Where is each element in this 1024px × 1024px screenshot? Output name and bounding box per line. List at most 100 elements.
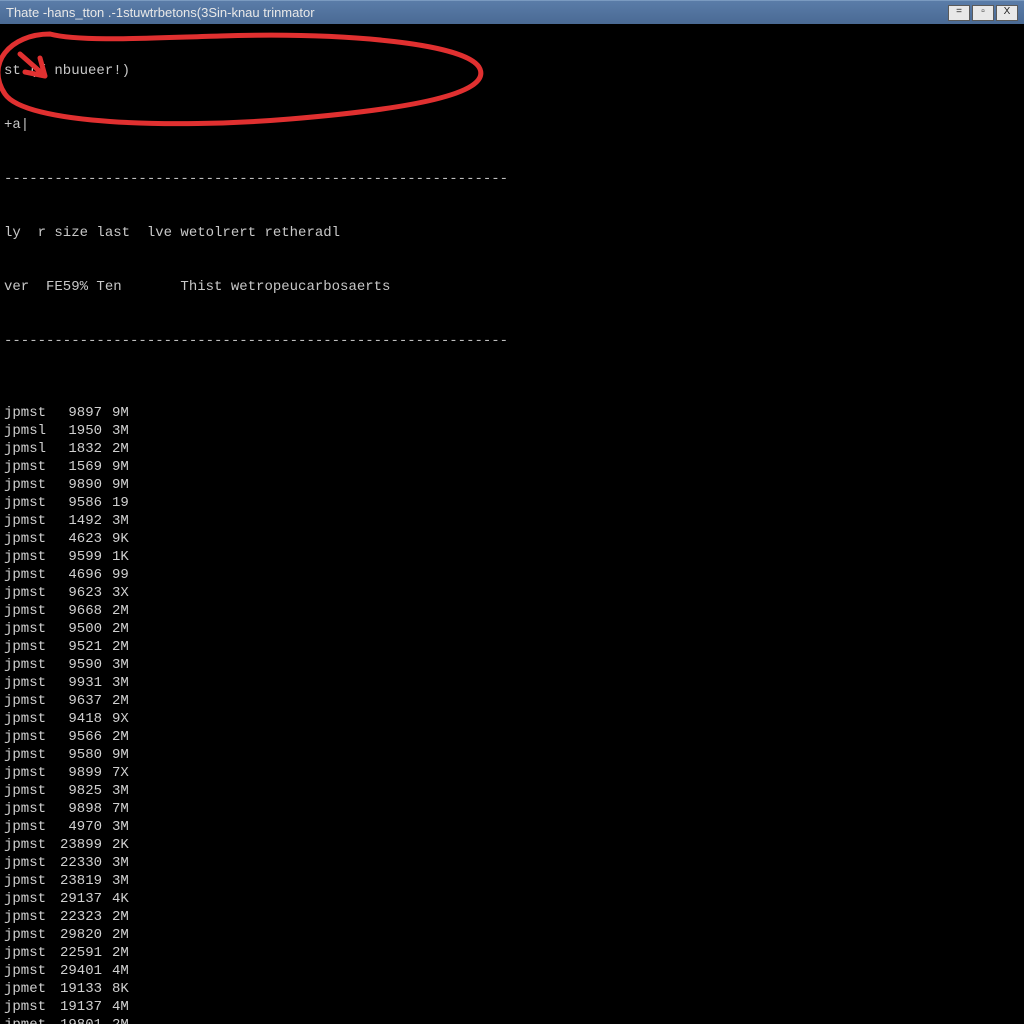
row-name: jpmst (4, 836, 56, 854)
row-mid: 9580 (56, 746, 112, 764)
table-row: jpmst958619 (4, 494, 1020, 512)
row-mid: 9898 (56, 800, 112, 818)
row-mid: 4696 (56, 566, 112, 584)
row-mid: 19133 (56, 980, 112, 998)
row-size: 19 (112, 494, 152, 512)
table-row: jpmst96372M (4, 692, 1020, 710)
row-mid: 9825 (56, 782, 112, 800)
row-mid: 9668 (56, 602, 112, 620)
row-size: 2M (112, 602, 152, 620)
row-name: jpmst (4, 962, 56, 980)
table-row: jpmst223303M (4, 854, 1020, 872)
row-name: jpmst (4, 458, 56, 476)
terminal-viewport[interactable]: st (/ nbuueer!) +a| --------------------… (0, 24, 1024, 1024)
close-button[interactable]: X (996, 5, 1018, 21)
row-size: 2M (112, 944, 152, 962)
row-mid: 22591 (56, 944, 112, 962)
row-size: 7X (112, 764, 152, 782)
row-size: 3X (112, 584, 152, 602)
table-row: jpmst95809M (4, 746, 1020, 764)
row-size: 1K (112, 548, 152, 566)
listing-rows: jpmst98979Mjpmsl19503Mjpmsl18322Mjpmst15… (4, 404, 1020, 1024)
row-size: 9M (112, 458, 152, 476)
table-row: jpmst95991K (4, 548, 1020, 566)
table-row: jpmst99313M (4, 674, 1020, 692)
table-row: jpmst294014M (4, 962, 1020, 980)
row-mid: 19801 (56, 1016, 112, 1024)
row-size: 2K (112, 836, 152, 854)
row-name: jpmst (4, 926, 56, 944)
row-size: 3M (112, 854, 152, 872)
row-name: jpmet (4, 980, 56, 998)
divider-bottom: ----------------------------------------… (4, 332, 1020, 350)
row-mid: 1832 (56, 440, 112, 458)
row-name: jpmst (4, 620, 56, 638)
table-row: jpmst96682M (4, 602, 1020, 620)
row-name: jpmst (4, 476, 56, 494)
table-row: jpmst98253M (4, 782, 1020, 800)
table-row: jpmst95212M (4, 638, 1020, 656)
row-size: 2M (112, 692, 152, 710)
row-name: jpmst (4, 692, 56, 710)
row-name: jpmst (4, 602, 56, 620)
row-name: jpmst (4, 998, 56, 1016)
row-size: 9X (112, 710, 152, 728)
minimize-button[interactable]: = (948, 5, 970, 21)
row-name: jpmst (4, 548, 56, 566)
row-mid: 4970 (56, 818, 112, 836)
row-name: jpmst (4, 854, 56, 872)
table-row: jpmst14923M (4, 512, 1020, 530)
row-size: 3M (112, 782, 152, 800)
row-name: jpmst (4, 674, 56, 692)
table-row: jpmsl18322M (4, 440, 1020, 458)
table-row: jpmst95002M (4, 620, 1020, 638)
row-name: jpmst (4, 728, 56, 746)
row-mid: 1950 (56, 422, 112, 440)
row-mid: 29820 (56, 926, 112, 944)
column-headers-b: ver FE59% Ten Thist wetropeucarbosaerts (4, 278, 1020, 296)
header-line-1: +a| (4, 116, 1020, 134)
table-row: jpmet191338K (4, 980, 1020, 998)
table-row: jpmst94189X (4, 710, 1020, 728)
table-row: jpmst98987M (4, 800, 1020, 818)
row-size: 4M (112, 962, 152, 980)
row-mid: 29137 (56, 890, 112, 908)
row-mid: 23899 (56, 836, 112, 854)
table-row: jpmst225912M (4, 944, 1020, 962)
window-title: Thate -hans_tton .-1stuwtrbetons(3Sin-kn… (6, 5, 948, 20)
row-name: jpmst (4, 890, 56, 908)
window-titlebar: Thate -hans_tton .-1stuwtrbetons(3Sin-kn… (0, 0, 1024, 24)
row-mid: 9623 (56, 584, 112, 602)
row-size: 2M (112, 1016, 152, 1024)
row-mid: 9500 (56, 620, 112, 638)
row-mid: 29401 (56, 962, 112, 980)
row-name: jpmst (4, 800, 56, 818)
maximize-button[interactable]: ▫ (972, 5, 994, 21)
row-mid: 23819 (56, 872, 112, 890)
row-mid: 22330 (56, 854, 112, 872)
row-size: 9M (112, 746, 152, 764)
row-mid: 1569 (56, 458, 112, 476)
row-mid: 19137 (56, 998, 112, 1016)
table-row: jpmst95903M (4, 656, 1020, 674)
table-row: jpmst96233X (4, 584, 1020, 602)
row-mid: 9931 (56, 674, 112, 692)
row-size: 3M (112, 674, 152, 692)
window-controls: = ▫ X (948, 5, 1018, 21)
row-name: jpmst (4, 584, 56, 602)
row-size: 2M (112, 908, 152, 926)
row-name: jpmst (4, 782, 56, 800)
table-row: jpmst46239K (4, 530, 1020, 548)
row-size: 3M (112, 872, 152, 890)
divider-top: ----------------------------------------… (4, 170, 1020, 188)
row-mid: 9890 (56, 476, 112, 494)
row-mid: 9590 (56, 656, 112, 674)
row-size: 4K (112, 890, 152, 908)
row-size: 99 (112, 566, 152, 584)
row-name: jpmst (4, 944, 56, 962)
row-name: jpmst (4, 872, 56, 890)
table-row: jpmst98909M (4, 476, 1020, 494)
table-row: jpmst191374M (4, 998, 1020, 1016)
row-mid: 9521 (56, 638, 112, 656)
row-size: 2M (112, 638, 152, 656)
